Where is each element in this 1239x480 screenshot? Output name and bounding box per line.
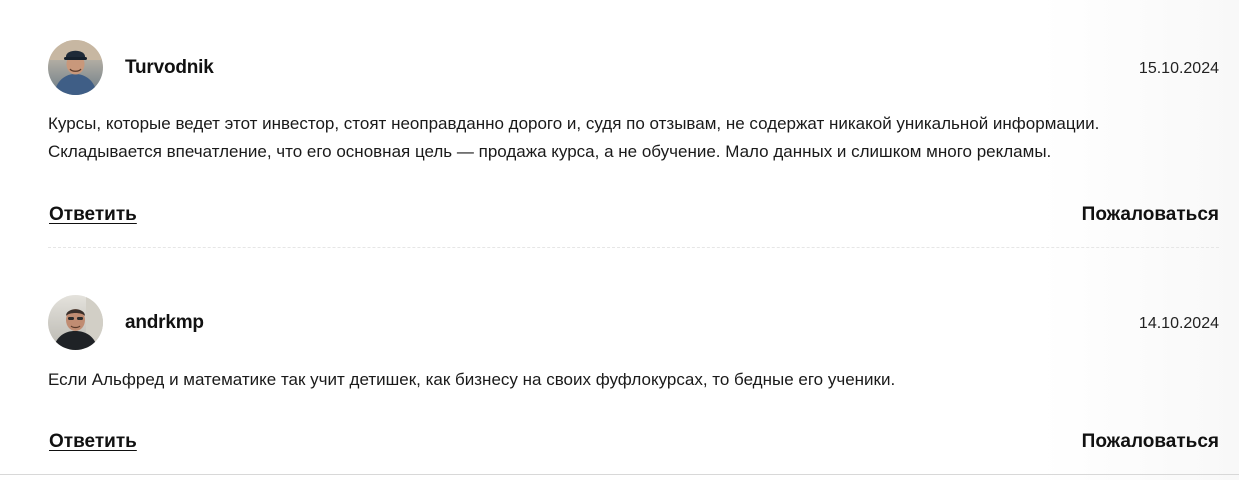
avatar[interactable] [48, 295, 103, 350]
bottom-border [0, 474, 1239, 475]
reply-button[interactable]: Ответить [49, 203, 137, 227]
comment-text-line: Курсы, которые ведет этот инвестор, стоя… [48, 114, 1100, 133]
comment-date: 14.10.2024 [1138, 315, 1219, 332]
comment-text-line: Складывается впечатление, что его основн… [48, 142, 1052, 161]
comment-divider [48, 247, 1219, 248]
report-button[interactable]: Пожаловаться [1082, 430, 1219, 454]
comment-text: Курсы, которые ведет этот инвестор, стоя… [48, 110, 1099, 166]
reply-button[interactable]: Ответить [49, 430, 137, 454]
avatar[interactable] [48, 40, 103, 95]
comments-page: Turvodnik 15.10.2024 Курсы, которые веде… [0, 0, 1239, 480]
comment-item: andrkmp 14.10.2024 Если Альфред и матема… [48, 295, 1219, 455]
comment-username[interactable]: Turvodnik [125, 56, 214, 80]
comment-text: Если Альфред и математике так учит детиш… [48, 366, 895, 394]
comment-date: 15.10.2024 [1138, 60, 1219, 77]
report-button[interactable]: Пожаловаться [1082, 203, 1219, 227]
comment-item: Turvodnik 15.10.2024 Курсы, которые веде… [48, 40, 1219, 247]
comment-text-line: Если Альфред и математике так учит детиш… [48, 370, 896, 389]
comment-username[interactable]: andrkmp [125, 311, 204, 335]
